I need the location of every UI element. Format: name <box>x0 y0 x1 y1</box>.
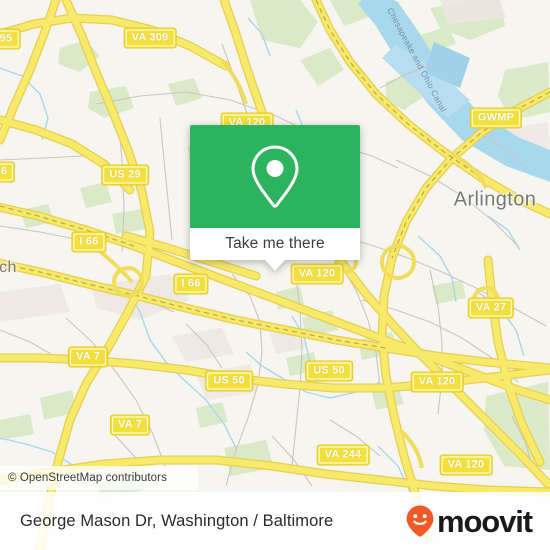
highway-shield[interactable]: 6 <box>0 161 16 183</box>
shield-label: GWMP <box>471 109 521 127</box>
take-me-there-button[interactable]: Take me there <box>225 235 325 253</box>
highway-shield[interactable]: VA 7 <box>67 346 109 368</box>
shield-label: VA 120 <box>412 373 462 391</box>
highway-shield[interactable]: 95 <box>0 28 21 50</box>
highway-shield[interactable]: VA 7 <box>109 414 151 436</box>
shield-label: I 66 <box>175 275 207 293</box>
highway-shield[interactable]: VA 120 <box>290 263 344 285</box>
shield-label: VA 244 <box>318 446 368 464</box>
highway-shield[interactable]: GWMP <box>469 107 523 129</box>
footer-bar: George Mason Dr, Washington / Baltimore … <box>0 492 550 550</box>
map-screen: Arlington ch Chesapeake and Ohio Canal 9… <box>0 0 550 550</box>
map-pin-icon <box>251 144 299 208</box>
map-attribution: © OpenStreetMap contributors <box>0 466 198 490</box>
highway-shield[interactable]: I 66 <box>71 231 107 253</box>
highway-shield[interactable]: VA 244 <box>316 444 370 466</box>
highway-shield[interactable]: VA 27 <box>467 297 515 319</box>
shield-label: VA 27 <box>469 299 513 317</box>
shield-label: VA 120 <box>292 265 342 283</box>
shield-label: US 50 <box>307 362 351 380</box>
highway-shield[interactable]: US 50 <box>305 360 353 382</box>
moovit-logo[interactable]: moovit <box>405 503 533 539</box>
place-label-arlington: Arlington <box>453 188 537 211</box>
shield-label: US 29 <box>103 166 147 184</box>
moovit-wordmark: moovit <box>436 503 533 539</box>
shield-label: VA 120 <box>441 456 491 474</box>
location-title: George Mason Dr, Washington / Baltimore <box>20 511 334 530</box>
popup-action-area[interactable]: Take me there <box>190 228 360 271</box>
highway-shield[interactable]: VA 120 <box>410 371 464 393</box>
location-popup-card[interactable]: Take me there <box>190 125 360 271</box>
moovit-smiley-pin-icon <box>406 505 434 537</box>
highway-shield[interactable]: VA 120 <box>439 454 493 476</box>
highway-shield[interactable]: US 50 <box>205 370 253 392</box>
place-label-clipped: ch <box>0 259 17 276</box>
shield-label: 95 <box>0 30 19 48</box>
highway-shield[interactable]: VA 309 <box>123 27 177 49</box>
popup-image-area <box>190 125 360 228</box>
shield-label: VA 7 <box>69 348 107 366</box>
highway-shield[interactable]: US 29 <box>101 164 149 186</box>
highway-shield[interactable]: I 66 <box>173 273 209 295</box>
attribution-text: © OpenStreetMap contributors <box>8 472 167 484</box>
shield-label: I 66 <box>73 233 105 251</box>
shield-label: VA 7 <box>111 416 149 434</box>
shield-label: VA 309 <box>125 29 175 47</box>
shield-label: 6 <box>0 163 14 181</box>
popup-tail <box>264 259 286 271</box>
shield-label: US 50 <box>207 372 251 390</box>
